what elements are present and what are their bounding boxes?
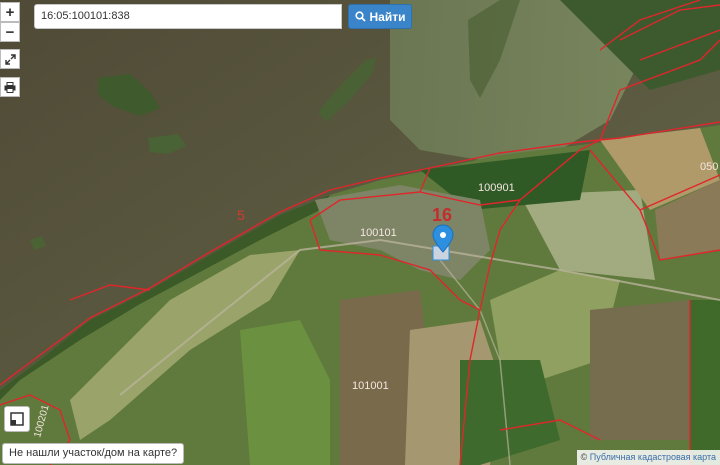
zoom-out-button[interactable]: − <box>0 22 20 42</box>
search-bar: 16:05:100101:838 Найти <box>34 4 412 29</box>
district-number: 5 <box>237 207 245 223</box>
satellite-map[interactable]: 100101 100901 101001 050 100201 16 5 <box>0 0 720 465</box>
map-attribution[interactable]: © Публичная кадастровая карта <box>576 450 720 465</box>
field <box>590 300 690 440</box>
copyright-icon: © <box>580 452 588 462</box>
layers-button[interactable] <box>4 406 30 432</box>
forest <box>690 300 720 465</box>
search-input[interactable]: 16:05:100101:838 <box>34 4 342 29</box>
plus-icon: + <box>5 3 15 21</box>
attribution-text: Публичная кадастровая карта <box>589 452 716 462</box>
not-found-link[interactable]: Не нашли участок/дом на карте? <box>2 443 185 464</box>
fullscreen-button[interactable] <box>0 49 20 69</box>
map-canvas[interactable]: 100101 100901 101001 050 100201 16 5 <box>0 0 720 465</box>
search-button-label: Найти <box>369 9 406 24</box>
print-icon <box>4 81 16 93</box>
layers-icon <box>10 412 24 426</box>
search-icon <box>354 11 366 22</box>
quarter-label: 100901 <box>478 182 515 194</box>
quarter-label: 100101 <box>360 227 397 239</box>
print-button[interactable] <box>0 77 20 97</box>
quarter-label: 050 <box>700 161 718 173</box>
quarter-label: 101001 <box>352 380 389 392</box>
search-button[interactable]: Найти <box>348 4 412 29</box>
minus-icon: − <box>5 23 15 41</box>
expand-icon <box>4 53 16 65</box>
zoom-in-button[interactable]: + <box>0 2 20 22</box>
region-number: 16 <box>432 205 452 225</box>
